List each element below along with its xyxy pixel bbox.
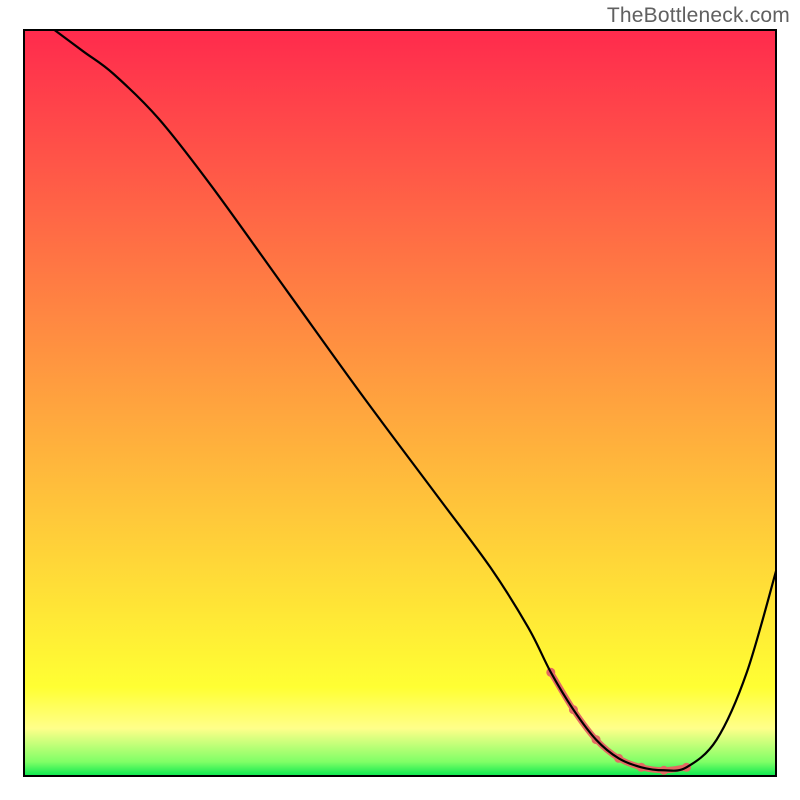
watermark-text: TheBottleneck.com — [607, 4, 790, 28]
plot-border — [23, 29, 777, 777]
